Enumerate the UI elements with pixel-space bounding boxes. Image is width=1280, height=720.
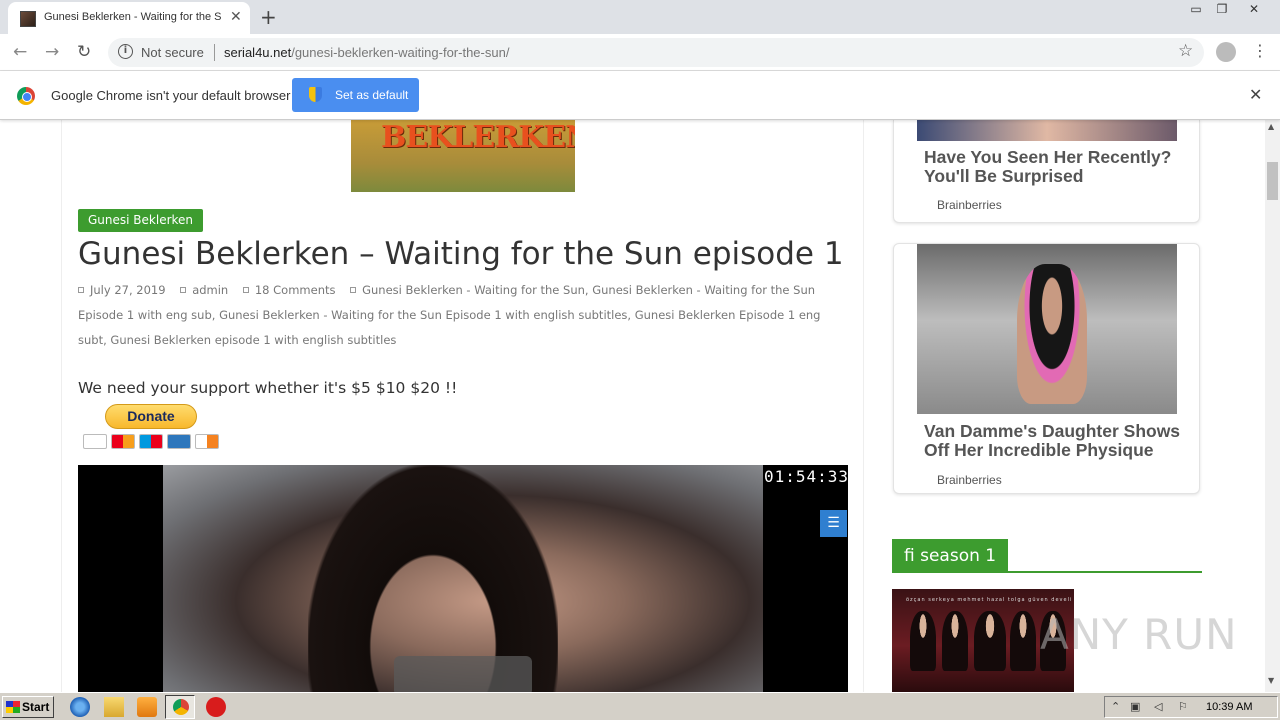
bookmark-star-icon[interactable]: ☆: [1178, 41, 1193, 61]
post-comments[interactable]: 18 Comments: [255, 283, 336, 297]
user-icon: [180, 287, 187, 293]
file-explorer-icon[interactable]: [104, 697, 124, 717]
banner-text: BEKLERKEN: [381, 120, 575, 155]
network-icon[interactable]: ▣: [1130, 700, 1140, 713]
chrome-menu-icon[interactable]: ⋮: [1252, 41, 1268, 60]
chrome-taskbar-button[interactable]: [165, 695, 195, 719]
infobar-close-icon[interactable]: ✕: [1249, 85, 1262, 104]
chrome-taskbar-icon: [173, 699, 189, 715]
reload-icon[interactable]: ↻: [77, 42, 91, 62]
action-center-flag-icon[interactable]: ⚐: [1178, 700, 1188, 713]
poster-cast-names: özçan serkeya mehmet hazal tolga güven d…: [906, 597, 1073, 603]
default-browser-infobar: Google Chrome isn't your default browser…: [0, 71, 1280, 120]
windows-taskbar: Start ⌃ ▣ ◁ ⚐ 10:39 AM: [0, 692, 1280, 720]
post-title: Gunesi Beklerken – Waiting for the Sun e…: [78, 236, 844, 272]
restore-icon[interactable]: ❐: [1208, 0, 1236, 18]
video-timecode: 01:54:33: [764, 467, 848, 486]
minimize-icon[interactable]: ▭: [1182, 0, 1210, 18]
donate-button[interactable]: Donate: [105, 404, 197, 429]
volume-icon[interactable]: ◁: [1154, 700, 1162, 713]
back-arrow-icon[interactable]: ←: [13, 42, 27, 62]
windows-logo-icon: [6, 701, 20, 713]
chrome-logo-icon: [17, 87, 35, 105]
start-label: Start: [22, 700, 50, 714]
security-label: Not secure: [141, 45, 204, 60]
ad-headline[interactable]: Van Damme's Daughter Shows Off Her Incre…: [924, 422, 1184, 460]
amex-card-icon: [167, 434, 191, 449]
post-meta: July 27, 2019 admin 18 Comments Gunesi B…: [78, 283, 821, 347]
scroll-down-icon[interactable]: ▼: [1268, 676, 1274, 685]
poster-figure: [942, 611, 968, 671]
url-path: /gunesi-beklerken-waiting-for-the-sun/: [291, 45, 510, 60]
set-as-default-button[interactable]: Set as default: [292, 78, 419, 112]
main-column: BEKLERKEN Gunesi Beklerken Gunesi Bekler…: [61, 120, 864, 692]
anyrun-watermark: ANY RUN: [1040, 610, 1238, 659]
page-scrollbar[interactable]: ▲ ▼: [1265, 120, 1280, 692]
info-icon[interactable]: i: [118, 44, 133, 59]
video-play-control[interactable]: [394, 656, 532, 692]
sponsored-ad-card[interactable]: Have You Seen Her Recently? You'll Be Su…: [893, 120, 1200, 223]
site-favicon-icon: [20, 11, 36, 27]
forward-arrow-icon[interactable]: →: [45, 42, 59, 62]
ad-source: Brainberries: [937, 473, 1002, 487]
category-badge[interactable]: Gunesi Beklerken: [78, 209, 204, 232]
address-bar[interactable]: i Not secure serial4u.net/gunesi-beklerk…: [108, 38, 1204, 67]
tag-link[interactable]: Gunesi Beklerken - Waiting for the Sun: [362, 283, 585, 297]
new-tab-button[interactable]: +: [260, 5, 277, 29]
tag-link[interactable]: Gunesi Beklerken episode 1 with english …: [110, 333, 396, 347]
maestro-card-icon: [139, 434, 163, 449]
web-page: BEKLERKEN Gunesi Beklerken Gunesi Bekler…: [0, 120, 1265, 692]
visa-card-icon: [83, 434, 107, 449]
poster-figure: [974, 611, 1006, 671]
show-banner-image: BEKLERKEN: [351, 120, 575, 192]
mastercard-icon: [111, 434, 135, 449]
video-menu-icon[interactable]: ☰: [820, 510, 847, 537]
sidebar-section-title: fi season 1: [892, 539, 1009, 573]
ad-headline[interactable]: Have You Seen Her Recently? You'll Be Su…: [924, 148, 1184, 186]
antivirus-icon[interactable]: [206, 697, 226, 717]
taskbar-clock[interactable]: 10:39 AM: [1206, 701, 1252, 713]
support-text: We need your support whether it's $5 $10…: [78, 379, 458, 397]
ad-image-figure: [1017, 264, 1087, 404]
internet-explorer-icon[interactable]: [70, 697, 90, 717]
url-text[interactable]: serial4u.net/gunesi-beklerken-waiting-fo…: [224, 45, 509, 60]
browser-titlebar: Gunesi Beklerken - Waiting for the Sun e…: [0, 0, 1280, 34]
post-author[interactable]: admin: [192, 283, 228, 297]
infobar-message: Google Chrome isn't your default browser: [51, 88, 291, 103]
uac-shield-icon: [309, 87, 322, 102]
tray-expand-icon[interactable]: ⌃: [1111, 700, 1120, 713]
media-player-icon[interactable]: [137, 697, 157, 717]
browser-tab[interactable]: Gunesi Beklerken - Waiting for the Sun e…: [8, 2, 250, 34]
browser-toolbar: ← → ↻ i Not secure serial4u.net/gunesi-b…: [0, 34, 1280, 71]
discover-card-icon: [195, 434, 219, 449]
scroll-up-icon[interactable]: ▲: [1268, 122, 1274, 131]
video-player[interactable]: 01:54:33 ☰: [78, 465, 848, 692]
tag-icon: [350, 287, 357, 293]
window-close-icon[interactable]: ✕: [1240, 0, 1268, 18]
tag-link[interactable]: Gunesi Beklerken - Waiting for the Sun E…: [219, 308, 627, 322]
poster-figure: [910, 611, 936, 671]
scroll-thumb[interactable]: [1267, 162, 1278, 200]
set-as-default-label: Set as default: [335, 88, 409, 102]
ad-image: [917, 120, 1177, 141]
calendar-icon: [78, 287, 84, 293]
url-domain: serial4u.net: [224, 45, 292, 60]
post-date[interactable]: July 27, 2019: [90, 283, 166, 297]
tab-title: Gunesi Beklerken - Waiting for the Sun e…: [44, 11, 222, 23]
tab-close-icon[interactable]: ✕: [230, 9, 242, 25]
section-underline: [892, 571, 1202, 573]
omnibox-separator: [214, 44, 215, 61]
ad-image: [917, 244, 1177, 414]
start-button[interactable]: Start: [2, 696, 54, 718]
comment-icon: [242, 287, 249, 293]
profile-avatar-icon[interactable]: [1216, 42, 1236, 62]
sponsored-ad-card[interactable]: Van Damme's Daughter Shows Off Her Incre…: [893, 243, 1200, 494]
poster-figure: [1010, 611, 1036, 671]
ad-source: Brainberries: [937, 198, 1002, 212]
